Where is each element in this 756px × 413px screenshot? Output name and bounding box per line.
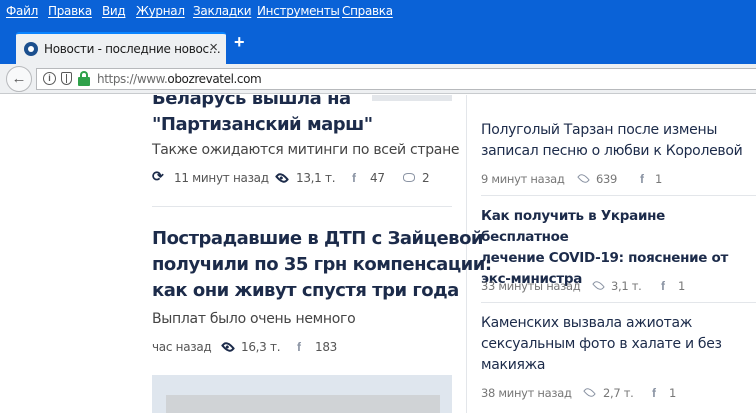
menu-history[interactable]: Журнал [136,4,185,18]
divider [372,95,452,101]
article-lead: Выплат было очень немного [152,311,356,327]
article-title-line: как они живут спустя три года [152,280,459,301]
article-views: 16,3 т. [241,340,281,354]
menu-help[interactable]: Справка [342,4,393,18]
facebook-icon[interactable]: f [352,171,356,185]
url-text[interactable]: https://www.obozrevatel.com [97,72,262,86]
menu-view[interactable]: Вид [102,4,126,18]
page-content: Беларусь вышла на "Партизанский марш" Та… [0,95,756,413]
article-title-line: "Партизанский марш" [152,114,373,135]
facebook-icon[interactable]: f [297,340,301,354]
url-scheme: https://www. [97,72,168,86]
lock-icon[interactable] [78,71,90,86]
article-title-line: Беларусь вышла на [152,95,351,109]
sidebar-news-title[interactable]: Каменских вызвала ажиотаж сексуальным фо… [481,313,722,376]
facebook-icon[interactable]: f [661,279,665,293]
sidebar-title-line: макияжа [481,357,546,373]
facebook-icon[interactable]: f [640,172,644,186]
article-views: 13,1 т. [296,171,336,185]
sidebar-news-title[interactable]: Как получить в Украине бесплатное лечени… [481,206,756,290]
back-button[interactable]: ← [6,66,32,92]
sidebar-title-line: Каменских вызвала ажиотаж [481,315,693,331]
sidebar-title-line: записал песню о любви к Королевой [481,143,743,159]
sidebar-views: 639 [596,172,618,186]
menu-bar: Файл Правка Вид Журнал Закладки Инструме… [0,0,756,22]
article-title-line: получили по 35 грн компенсации: [152,254,492,275]
info-icon[interactable]: i [43,72,56,85]
menu-tools[interactable]: Инструменты [257,4,340,18]
tab-strip: Новости - последние новос… × [0,22,756,64]
divider [481,195,756,196]
article-title[interactable]: Беларусь вышла на "Партизанский марш" [152,95,373,138]
sidebar-time: 33 минуты назад [481,279,581,293]
eye-icon [583,386,596,399]
menu-bookmarks[interactable]: Закладки [193,4,252,18]
sidebar-title-line: Полуголый Тарзан после измены [481,122,718,138]
url-host: obozrevatel.com [167,72,262,86]
eye-icon [577,172,590,185]
eye-icon [220,339,236,355]
sidebar-shares: 1 [655,172,663,186]
address-bar[interactable]: i https://www.obozrevatel.com [36,68,756,90]
article-time: 11 минут назад [174,171,269,185]
sidebar-time: 9 минут назад [481,172,565,186]
eye-icon [274,170,290,186]
sidebar-shares: 1 [678,279,686,293]
site-favicon-icon [24,42,38,56]
article-comments: 2 [422,171,430,185]
menu-file[interactable]: Файл [6,4,38,18]
sidebar-time: 38 минут назад [481,386,572,400]
article-shares: 47 [370,171,385,185]
sidebar-views: 3,1 т. [611,279,642,293]
divider [481,302,756,303]
sidebar-title-line: сексуальным фото в халате и без [481,336,722,352]
article-shares: 183 [315,340,338,354]
sidebar-views: 2,7 т. [603,386,634,400]
tab-title: Новости - последние новос… [44,42,221,56]
sidebar-shares: 1 [669,386,677,400]
sidebar-title-line: Как получить в Украине бесплатное [481,208,666,245]
facebook-icon[interactable]: f [652,386,656,400]
article-title-line: Пострадавшие в ДТП с Зайцевой [152,228,484,249]
active-tab[interactable]: Новости - последние новос… × [16,32,226,64]
article-lead: Также ожидаются митинги по всей стране [152,142,460,158]
divider [152,206,452,207]
article-image[interactable] [152,375,452,413]
article-time: час назад [152,340,212,354]
sidebar-news-title[interactable]: Полуголый Тарзан после измены записал пе… [481,120,743,162]
new-tab-button[interactable]: + [234,32,245,53]
navigation-bar: ← i https://www.obozrevatel.com [0,64,756,94]
close-tab-icon[interactable]: × [209,39,218,56]
shield-icon[interactable] [61,72,72,85]
menu-edit[interactable]: Правка [48,4,92,18]
article-title[interactable]: Пострадавшие в ДТП с Зайцевой получили п… [152,226,492,304]
comment-icon[interactable] [403,173,415,182]
sidebar-title-line: лечение COVID-19: пояснение от [481,250,729,266]
refresh-icon: ⟳ [152,168,164,184]
